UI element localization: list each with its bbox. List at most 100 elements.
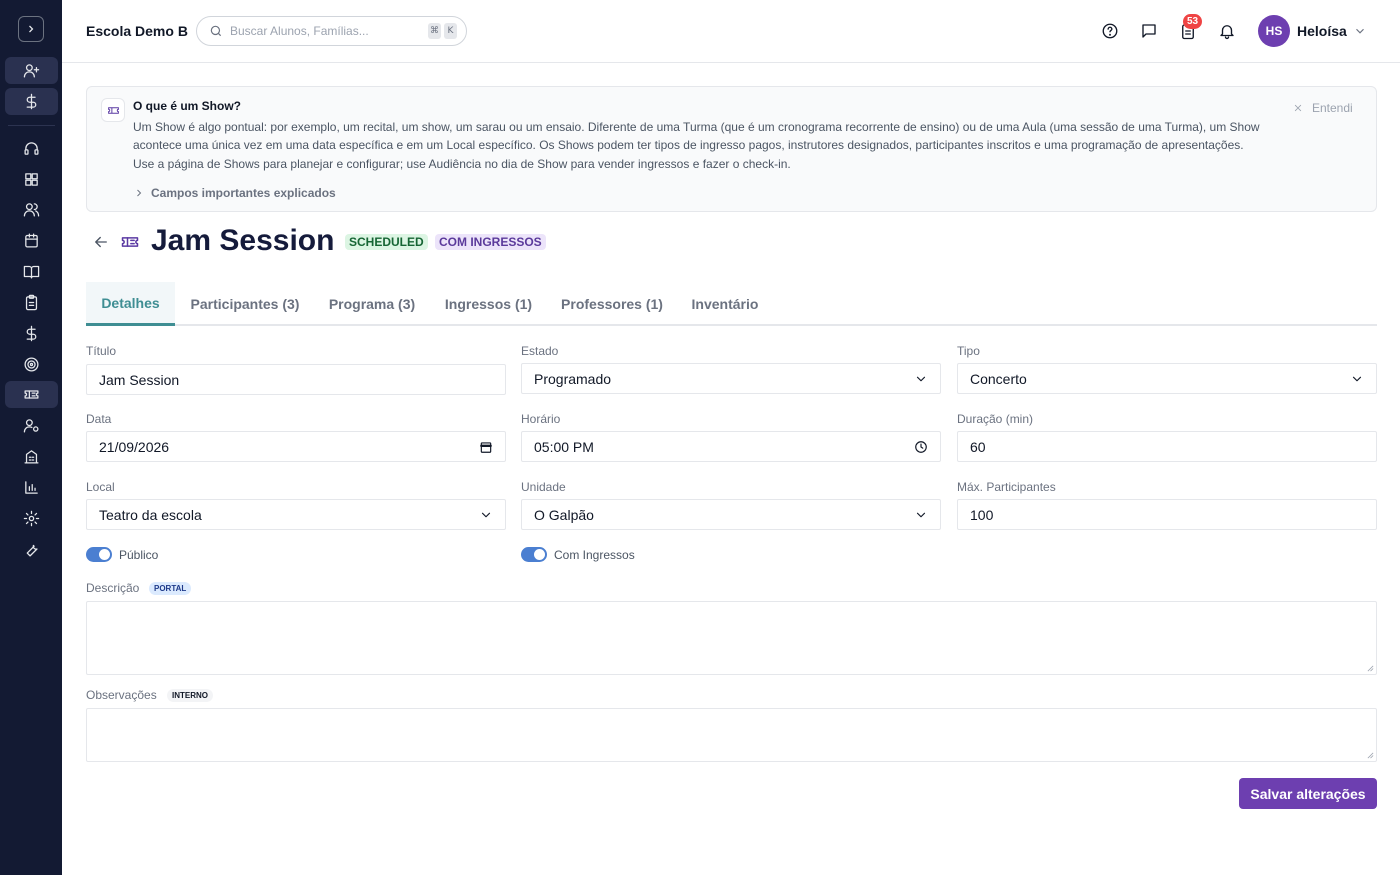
- info-ticket-icon-box: [101, 98, 125, 122]
- estado-label: Estado: [521, 344, 559, 358]
- sidebar-item-settings[interactable]: [5, 505, 58, 532]
- user-gear-icon: [23, 419, 39, 433]
- calendar-icon: [25, 233, 38, 248]
- search-placeholder: Buscar Alunos, Famílias...: [230, 24, 369, 38]
- titulo-input[interactable]: Jam Session: [86, 364, 506, 395]
- sidebar-item-goals[interactable]: [5, 351, 58, 378]
- ticketed-badge: COM INGRESSOS: [435, 234, 546, 250]
- user-avatar[interactable]: HS: [1258, 15, 1290, 47]
- sidebar-item-staff[interactable]: [5, 412, 58, 439]
- chevron-down-icon: [914, 508, 928, 522]
- sidebar-item-calendar[interactable]: [5, 227, 58, 254]
- bar-chart-icon: [25, 481, 38, 494]
- publico-toggle[interactable]: [86, 547, 112, 562]
- tasks-count-badge: 53: [1183, 14, 1203, 29]
- ingressos-label: Com Ingressos: [554, 548, 635, 562]
- time-input[interactable]: 05:00 PM: [521, 431, 941, 462]
- back-button[interactable]: [92, 233, 110, 251]
- ticket-icon: [120, 232, 140, 252]
- shortcut-key-cmd: ⌘: [428, 23, 441, 39]
- info-expand-toggle[interactable]: Campos importantes explicados: [133, 186, 336, 200]
- date-input[interactable]: 21/09/2026: [86, 431, 506, 462]
- tab-programa[interactable]: Programa (3): [324, 282, 420, 326]
- estado-select[interactable]: Programado: [521, 363, 941, 394]
- sidebar-expand-button[interactable]: [18, 16, 44, 42]
- info-title: O que é um Show?: [133, 99, 242, 113]
- sidebar-item-reports[interactable]: [5, 474, 58, 501]
- date-value: 21/09/2026: [99, 438, 170, 455]
- max-participants-input[interactable]: 100: [957, 499, 1377, 530]
- bell-icon: [1220, 25, 1234, 40]
- local-value: Teatro da escola: [99, 506, 202, 523]
- observacoes-label: Observações: [86, 688, 157, 702]
- search-input[interactable]: Buscar Alunos, Famílias... ⌘ K: [196, 16, 467, 46]
- observacoes-textarea[interactable]: [86, 708, 1377, 762]
- sidebar-item-dashboard[interactable]: [5, 166, 58, 193]
- sidebar-item-courses[interactable]: [5, 258, 58, 285]
- tab-detalhes[interactable]: Detalhes: [86, 282, 175, 326]
- users-icon: [23, 203, 40, 217]
- sidebar-item-finance[interactable]: [5, 320, 58, 347]
- data-label: Data: [86, 412, 112, 426]
- top-bar: Escola Demo B Buscar Alunos, Famílias...…: [62, 0, 1400, 63]
- school-name: Escola Demo B: [86, 23, 188, 39]
- unidade-value: O Galpão: [534, 506, 594, 523]
- titulo-label: Título: [86, 344, 117, 358]
- chevron-down-icon: [1356, 28, 1364, 34]
- headset-icon: [24, 142, 39, 155]
- tab-bar: Detalhes Participantes (3) Programa (3) …: [86, 282, 1377, 326]
- dashboard-icon: [25, 173, 38, 186]
- sidebar-item-payments[interactable]: [5, 88, 58, 115]
- tab-ingressos[interactable]: Ingressos (1): [441, 282, 536, 326]
- dollar-icon: [26, 325, 37, 342]
- status-badge: SCHEDULED: [345, 234, 428, 250]
- publico-label: Público: [119, 548, 159, 562]
- chevron-right-icon: [137, 189, 142, 197]
- clipboard-icon: [25, 294, 38, 311]
- clock-icon[interactable]: [914, 440, 928, 454]
- sidebar-item-tools[interactable]: [5, 536, 58, 563]
- settings-icon: [23, 510, 40, 527]
- ticket-icon: [107, 106, 119, 114]
- local-select[interactable]: Teatro da escola: [86, 499, 506, 530]
- interno-badge: INTERNO: [167, 689, 213, 702]
- unidade-label: Unidade: [521, 480, 566, 494]
- dismiss-button[interactable]: Entendi: [1293, 101, 1353, 115]
- sidebar-divider: [8, 125, 55, 126]
- building-icon: [24, 450, 39, 464]
- tipo-select[interactable]: Concerto: [957, 363, 1377, 394]
- book-icon: [23, 265, 40, 279]
- user-name[interactable]: Heloísa: [1297, 23, 1347, 39]
- page-title: Jam Session: [151, 224, 335, 257]
- calendar-icon[interactable]: [479, 440, 493, 454]
- help-icon: [1102, 23, 1118, 39]
- notifications-button[interactable]: [1216, 20, 1238, 42]
- tab-participantes[interactable]: Participantes (3): [183, 282, 307, 326]
- sidebar-item-attendance[interactable]: [5, 289, 58, 316]
- sidebar-item-locations[interactable]: [5, 443, 58, 470]
- descricao-label: Descrição: [86, 581, 140, 595]
- messages-button[interactable]: [1138, 20, 1160, 42]
- sidebar-item-shows[interactable]: [5, 381, 58, 408]
- time-value: 05:00 PM: [534, 438, 594, 455]
- resize-grip-icon[interactable]: [1367, 665, 1374, 672]
- ticket-icon: [24, 390, 39, 399]
- descricao-textarea[interactable]: [86, 601, 1377, 675]
- duration-input[interactable]: 60: [957, 431, 1377, 462]
- sidebar-item-add-student[interactable]: [5, 57, 58, 84]
- local-label: Local: [86, 480, 115, 494]
- ingressos-toggle[interactable]: [521, 547, 547, 562]
- sidebar-item-people[interactable]: [5, 196, 58, 223]
- save-button[interactable]: Salvar alterações: [1239, 778, 1377, 809]
- user-menu-toggle[interactable]: [1353, 24, 1367, 38]
- close-icon: [1294, 104, 1302, 112]
- unidade-select[interactable]: O Galpão: [521, 499, 941, 530]
- info-body: Um Show é algo pontual: por exemplo, um …: [133, 120, 1260, 171]
- info-banner: O que é um Show? Um Show é algo pontual:…: [86, 86, 1377, 212]
- sidebar-item-support[interactable]: [5, 135, 58, 162]
- resize-grip-icon[interactable]: [1367, 752, 1374, 759]
- help-button[interactable]: [1099, 20, 1121, 42]
- tab-professores[interactable]: Professores (1): [556, 282, 668, 326]
- info-expand-label: Campos importantes explicados: [151, 186, 336, 200]
- tab-inventario[interactable]: Inventário: [686, 282, 764, 326]
